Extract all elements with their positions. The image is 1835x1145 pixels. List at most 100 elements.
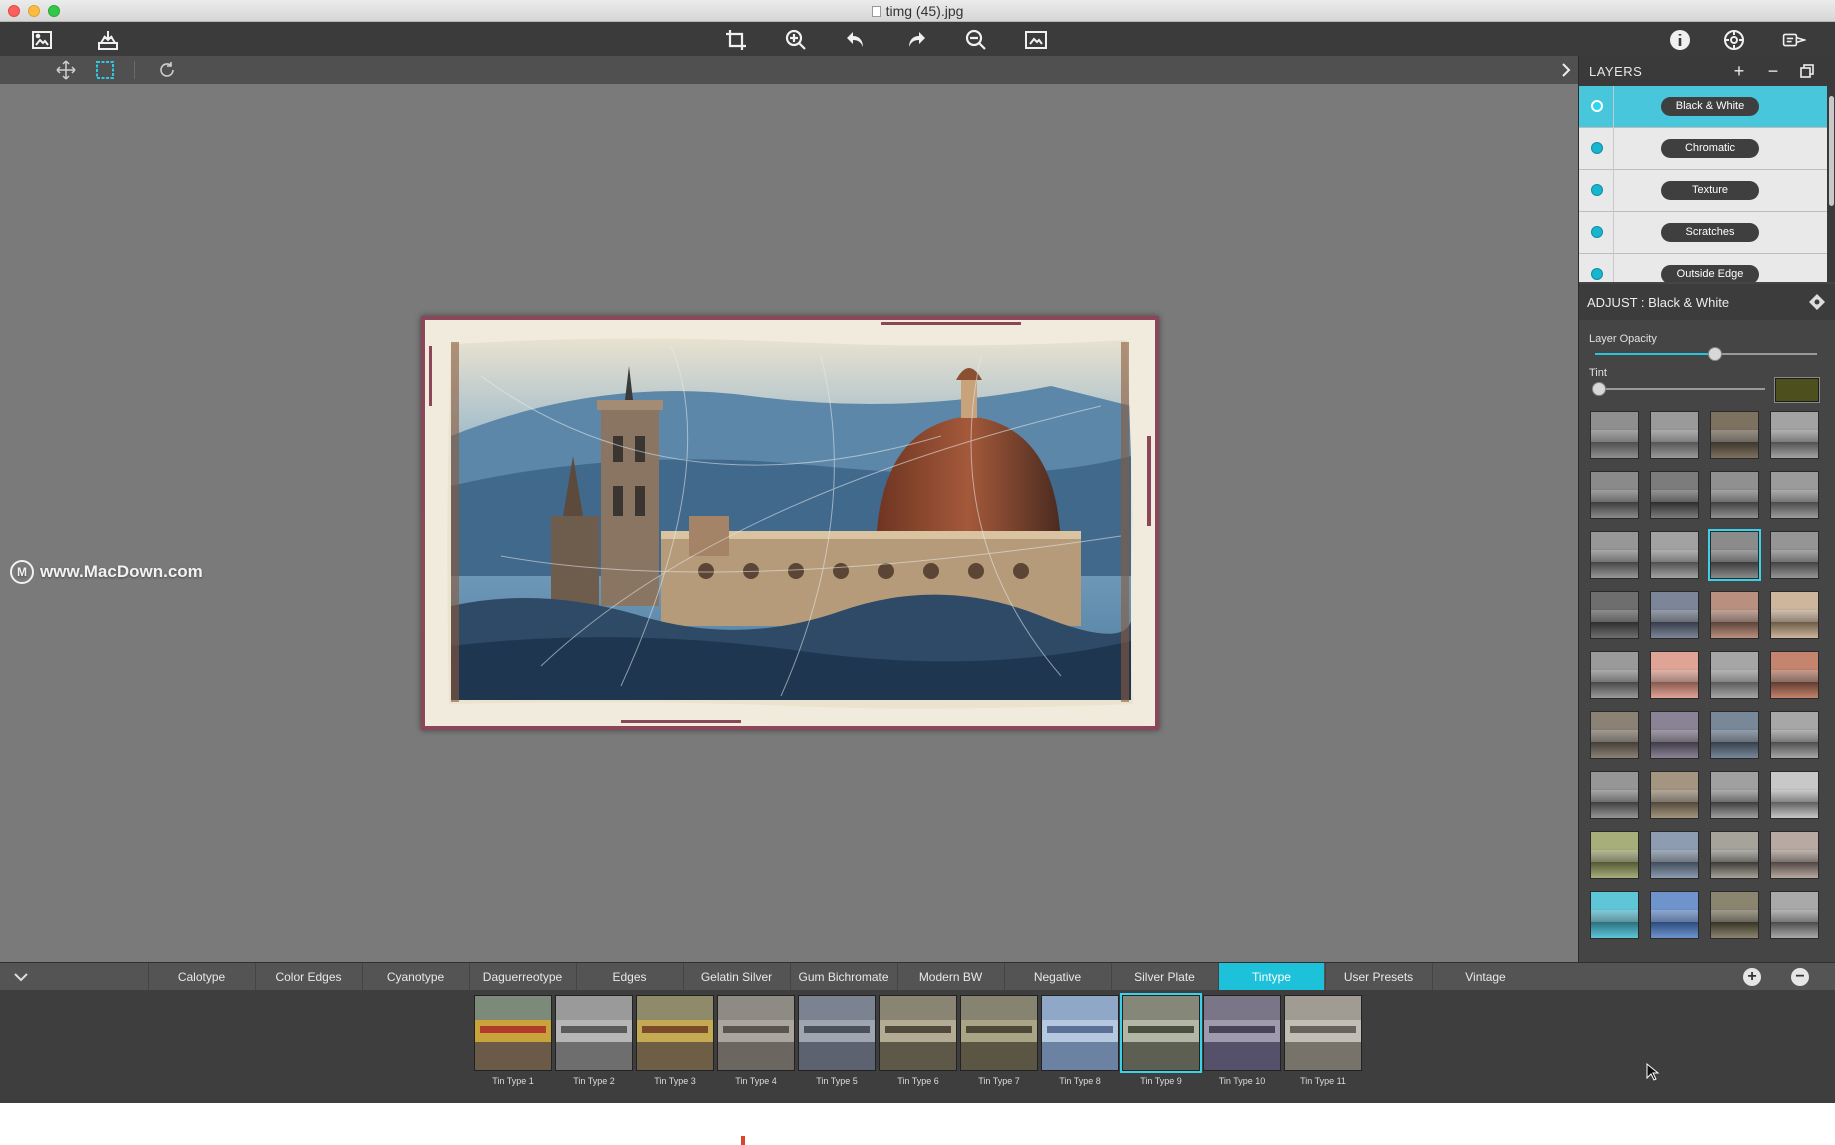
bw-preset-thumbnail[interactable]	[1710, 651, 1759, 699]
selection-tool-icon[interactable]	[93, 59, 117, 81]
layer-row[interactable]: Outside Edge	[1579, 254, 1827, 282]
bw-preset-thumbnail[interactable]	[1590, 471, 1639, 519]
bw-preset-thumbnail[interactable]	[1770, 411, 1819, 459]
preset-thumbnail[interactable]	[1284, 995, 1362, 1071]
bw-preset-thumbnail[interactable]	[1650, 771, 1699, 819]
preset-thumbnail[interactable]	[1120, 993, 1202, 1073]
category-tab[interactable]: Modern BW	[897, 963, 1003, 991]
tintype-preset[interactable]: Tin Type 6	[879, 995, 957, 1086]
preset-thumbnail[interactable]	[798, 995, 876, 1071]
bw-preset-thumbnail[interactable]	[1710, 711, 1759, 759]
bw-preset-thumbnail[interactable]	[1770, 711, 1819, 759]
category-tab[interactable]: Gelatin Silver	[683, 963, 789, 991]
tintype-preset[interactable]: Tin Type 3	[636, 995, 714, 1086]
tintype-preset[interactable]: Tin Type 5	[798, 995, 876, 1086]
bw-preset-thumbnail[interactable]	[1710, 411, 1759, 459]
bw-preset-thumbnail[interactable]	[1650, 831, 1699, 879]
bw-preset-thumbnail[interactable]	[1590, 651, 1639, 699]
tintype-preset[interactable]: Tin Type 8	[1041, 995, 1119, 1086]
bw-preset-thumbnail[interactable]	[1590, 891, 1639, 939]
tintype-preset[interactable]: Tin Type 2	[555, 995, 633, 1086]
category-tab[interactable]: Calotype	[148, 963, 254, 991]
fit-to-screen-icon[interactable]	[1022, 26, 1050, 54]
bw-preset-thumbnail[interactable]	[1590, 831, 1639, 879]
preset-thumbnail[interactable]	[474, 995, 552, 1071]
category-tab[interactable]: Daguerreotype	[469, 963, 575, 991]
bw-preset-thumbnail[interactable]	[1708, 529, 1761, 581]
layer-opacity-slider[interactable]	[1595, 347, 1817, 361]
bw-preset-thumbnail[interactable]	[1590, 531, 1639, 579]
category-tab[interactable]: Vintage	[1432, 963, 1538, 991]
tint-knob[interactable]	[1592, 382, 1606, 396]
tintype-preset[interactable]: Tin Type 11	[1284, 995, 1362, 1086]
duplicate-layer-icon[interactable]	[1797, 61, 1817, 81]
bw-preset-thumbnail[interactable]	[1650, 711, 1699, 759]
collapse-chevron-icon[interactable]	[12, 969, 30, 985]
tintype-preset[interactable]: Tin Type 10	[1203, 995, 1281, 1086]
bw-preset-thumbnail[interactable]	[1770, 651, 1819, 699]
bw-preset-thumbnail[interactable]	[1590, 771, 1639, 819]
rotate-icon[interactable]	[155, 59, 179, 81]
tintype-preset[interactable]: Tin Type 1	[474, 995, 552, 1086]
category-tab[interactable]: Negative	[1004, 963, 1110, 991]
preset-thumbnail[interactable]	[960, 995, 1038, 1071]
preset-thumbnail[interactable]	[879, 995, 957, 1071]
layer-row[interactable]: Texture	[1579, 170, 1827, 212]
bw-preset-thumbnail[interactable]	[1710, 471, 1759, 519]
image-canvas[interactable]: M www.MacDown.com	[0, 84, 1578, 962]
bw-preset-thumbnail[interactable]	[1770, 831, 1819, 879]
edited-photo[interactable]	[421, 316, 1159, 730]
add-preset-button[interactable]: +	[1743, 968, 1761, 986]
preset-thumbnail[interactable]	[717, 995, 795, 1071]
zoom-out-icon[interactable]	[962, 26, 990, 54]
tintype-preset[interactable]: Tin Type 7	[960, 995, 1038, 1086]
undo-icon[interactable]	[842, 26, 870, 54]
tintype-preset[interactable]: Tin Type 4	[717, 995, 795, 1086]
add-layer-button[interactable]: +	[1729, 61, 1749, 81]
category-tab[interactable]: Silver Plate	[1111, 963, 1217, 991]
bw-preset-thumbnail[interactable]	[1650, 531, 1699, 579]
category-tab[interactable]: Tintype	[1218, 963, 1324, 991]
layer-visibility-toggle[interactable]	[1591, 142, 1603, 154]
layer-opacity-knob[interactable]	[1707, 347, 1722, 361]
preset-thumbnail[interactable]	[1041, 995, 1119, 1071]
bw-preset-thumbnail[interactable]	[1650, 471, 1699, 519]
preset-thumbnail[interactable]	[636, 995, 714, 1071]
layer-visibility-toggle[interactable]	[1591, 100, 1603, 112]
layer-visibility-toggle[interactable]	[1591, 184, 1603, 196]
bw-preset-thumbnail[interactable]	[1650, 651, 1699, 699]
info-icon[interactable]	[1666, 26, 1694, 54]
bw-preset-thumbnail[interactable]	[1650, 411, 1699, 459]
layer-visibility-toggle[interactable]	[1591, 226, 1603, 238]
remove-preset-button[interactable]: −	[1791, 968, 1809, 986]
bw-preset-thumbnail[interactable]	[1770, 471, 1819, 519]
layers-scroll-thumb[interactable]	[1829, 96, 1834, 206]
remove-layer-button[interactable]: −	[1763, 61, 1783, 81]
bw-preset-thumbnail[interactable]	[1770, 771, 1819, 819]
expand-panel-chevron-icon[interactable]	[1554, 59, 1578, 81]
category-tab[interactable]: User Presets	[1325, 963, 1431, 991]
bw-preset-thumbnail[interactable]	[1770, 891, 1819, 939]
bw-preset-thumbnail[interactable]	[1650, 591, 1699, 639]
category-tab[interactable]: Color Edges	[255, 963, 361, 991]
bw-preset-thumbnail[interactable]	[1710, 771, 1759, 819]
layer-visibility-toggle[interactable]	[1591, 268, 1603, 280]
move-tool-icon[interactable]	[54, 59, 78, 81]
layer-row[interactable]: Scratches	[1579, 212, 1827, 254]
reset-adjust-icon[interactable]	[1808, 293, 1826, 311]
share-icon[interactable]	[1777, 26, 1811, 54]
bw-preset-thumbnail[interactable]	[1770, 591, 1819, 639]
tint-slider[interactable]	[1592, 382, 1765, 396]
category-tab[interactable]: Edges	[576, 963, 682, 991]
preset-thumbnail[interactable]	[555, 995, 633, 1071]
redo-icon[interactable]	[902, 26, 930, 54]
category-tab[interactable]: Cyanotype	[362, 963, 468, 991]
bw-preset-thumbnail[interactable]	[1590, 411, 1639, 459]
bw-preset-thumbnail[interactable]	[1650, 891, 1699, 939]
bw-preset-thumbnail[interactable]	[1710, 831, 1759, 879]
bw-preset-thumbnail[interactable]	[1770, 531, 1819, 579]
settings-icon[interactable]	[1720, 26, 1748, 54]
zoom-in-icon[interactable]	[782, 26, 810, 54]
preset-thumbnail[interactable]	[1203, 995, 1281, 1071]
bw-preset-thumbnail[interactable]	[1590, 711, 1639, 759]
